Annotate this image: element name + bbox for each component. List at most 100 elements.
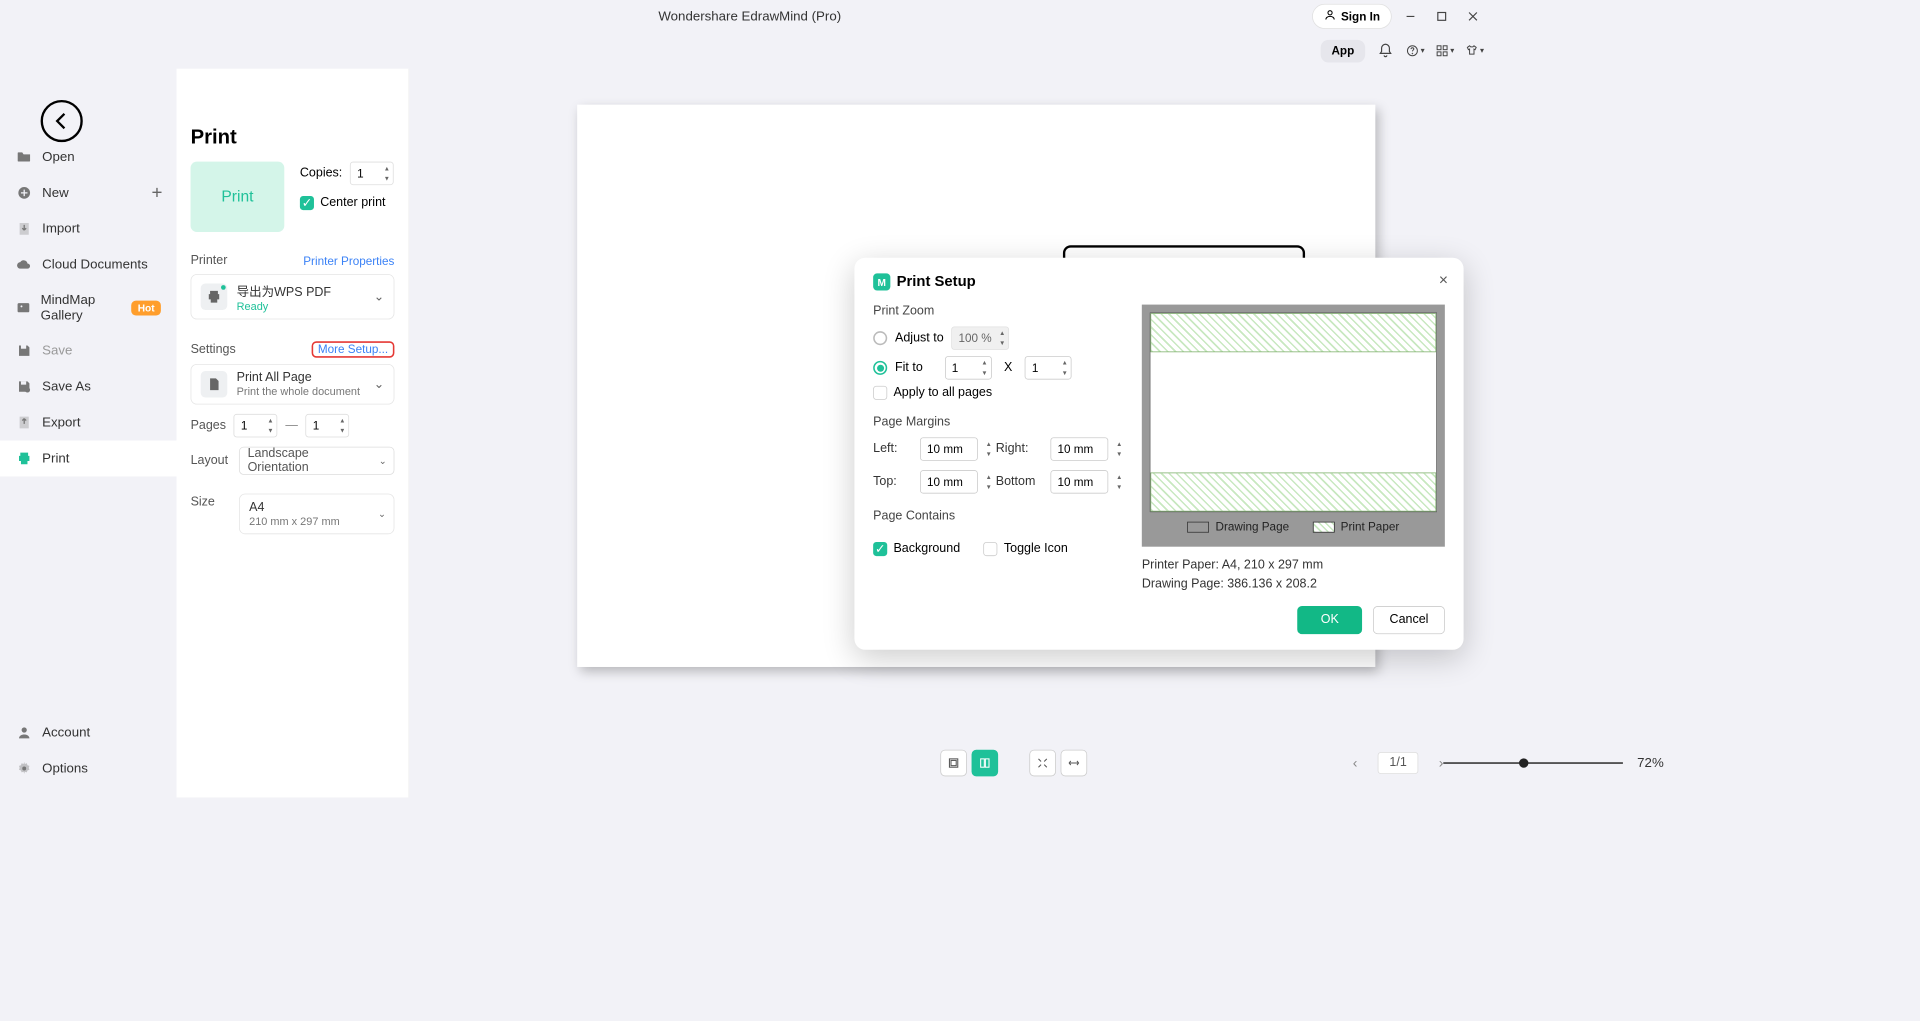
- hot-badge: Hot: [131, 300, 160, 315]
- sidebar-item-save[interactable]: Save: [0, 333, 177, 369]
- chevron-down-icon: ⌄: [374, 376, 384, 392]
- more-setup-link[interactable]: More Setup...: [312, 341, 395, 357]
- zoom-thumb[interactable]: [1519, 758, 1528, 767]
- signin-button[interactable]: Sign In: [1312, 4, 1392, 29]
- margin-bottom-input[interactable]: [1050, 470, 1108, 493]
- grid-icon[interactable]: ▾: [1435, 41, 1454, 60]
- copies-spinner[interactable]: ▲▼: [381, 163, 392, 183]
- mr-spin[interactable]: ▲▼: [1114, 439, 1125, 459]
- top-toolbar: App ▾ ▾ ▾: [0, 33, 1500, 69]
- page-icon: [201, 371, 228, 398]
- preview-inner: [1150, 312, 1437, 512]
- adjust-spinner[interactable]: ▲▼: [997, 328, 1008, 348]
- margin-left-input[interactable]: [920, 437, 978, 460]
- view-toggle-group: [940, 750, 998, 777]
- view-multi-button[interactable]: [972, 750, 999, 777]
- mb-spin[interactable]: ▲▼: [1114, 472, 1125, 492]
- settings-section-label: Settings More Setup...: [191, 341, 395, 357]
- page-to-spinner[interactable]: ▲▼: [337, 415, 348, 435]
- copies-row: Copies: ▲▼: [300, 162, 394, 185]
- copies-input-wrap: ▲▼: [350, 162, 394, 185]
- zoom-slider[interactable]: [1443, 762, 1623, 764]
- apply-all-checkbox[interactable]: [873, 386, 887, 400]
- print-scope-selector[interactable]: Print All Page Print the whole document …: [191, 364, 395, 405]
- cancel-button[interactable]: Cancel: [1373, 606, 1445, 634]
- plus-circle-icon: [16, 184, 33, 201]
- file-sidebar: Open New + Import Cloud Documents MindMa…: [0, 69, 177, 798]
- modal-close-button[interactable]: ×: [1439, 272, 1448, 290]
- sidebar-item-account[interactable]: Account: [0, 715, 177, 751]
- help-icon[interactable]: ▾: [1406, 41, 1425, 60]
- adjust-input-wrap: ▲▼: [951, 326, 1009, 349]
- body: Open New + Import Cloud Documents MindMa…: [0, 69, 1500, 798]
- center-print-checkbox[interactable]: ✓: [300, 196, 314, 210]
- sidebar-item-import[interactable]: Import: [0, 211, 177, 247]
- sidebar-item-cloud[interactable]: Cloud Documents: [0, 247, 177, 283]
- fith-spinner[interactable]: ▲▼: [1059, 358, 1070, 378]
- sidebar-item-saveas[interactable]: Save As: [0, 369, 177, 405]
- fit-page-button[interactable]: [1029, 750, 1056, 777]
- account-icon: [16, 724, 33, 741]
- sidebar-item-open[interactable]: Open: [0, 139, 177, 175]
- printer-icon: [16, 450, 33, 467]
- page-from-wrap: ▲▼: [234, 414, 278, 437]
- app-title: Wondershare EdrawMind (Pro): [658, 9, 841, 25]
- app-logo-icon: M: [873, 273, 890, 290]
- printer-selector[interactable]: 导出为WPS PDF Ready ⌄: [191, 274, 395, 319]
- sidebar-label: New: [42, 185, 69, 201]
- prev-page-button[interactable]: ‹: [1353, 755, 1358, 771]
- printer-properties-link[interactable]: Printer Properties: [303, 254, 394, 267]
- adjust-radio[interactable]: [873, 331, 887, 345]
- hatch-bot: [1150, 473, 1436, 512]
- sidebar-item-gallery[interactable]: MindMap Gallery Hot: [0, 283, 177, 333]
- ok-button[interactable]: OK: [1297, 606, 1362, 634]
- new-add-icon[interactable]: +: [152, 182, 163, 204]
- legend-sw-print: [1313, 521, 1335, 532]
- zoom-value: 72%: [1637, 755, 1664, 771]
- size-selector[interactable]: A4 210 mm x 297 mm ⌄: [239, 494, 394, 535]
- background-checkbox[interactable]: ✓: [873, 542, 887, 556]
- margin-right-wrap: ▲▼: [1050, 437, 1126, 460]
- sidebar-item-print[interactable]: Print: [0, 440, 177, 476]
- printer-label: Printer: [191, 254, 228, 268]
- print-row: Print Copies: ▲▼ ✓ Center print: [191, 162, 395, 232]
- margin-bottom-wrap: ▲▼: [1050, 470, 1126, 493]
- maximize-button[interactable]: [1429, 4, 1454, 29]
- fitw-spinner[interactable]: ▲▼: [979, 358, 990, 378]
- close-button[interactable]: [1460, 4, 1485, 29]
- sidebar-item-options[interactable]: Options: [0, 751, 177, 787]
- minimize-button[interactable]: [1398, 4, 1423, 29]
- mt-spin[interactable]: ▲▼: [983, 472, 994, 492]
- page-indicator: 1/1: [1378, 752, 1419, 774]
- sidebar-item-export[interactable]: Export: [0, 405, 177, 441]
- sidebar-item-new[interactable]: New +: [0, 175, 177, 211]
- hatch-top: [1150, 313, 1436, 352]
- ml-spin[interactable]: ▲▼: [983, 439, 994, 459]
- layout-value: Landscape Orientation: [248, 447, 372, 475]
- dash: —: [285, 419, 297, 433]
- preview-legend: Drawing Page Print Paper: [1150, 520, 1437, 533]
- paper-info: Printer Paper: A4, 210 x 297 mm Drawing …: [1142, 556, 1445, 593]
- bell-icon[interactable]: [1376, 41, 1395, 60]
- print-scope-title: Print All Page: [237, 371, 360, 385]
- back-button[interactable]: [41, 100, 83, 142]
- margin-top-input[interactable]: [920, 470, 978, 493]
- import-icon: [16, 220, 33, 237]
- page-from-spinner[interactable]: ▲▼: [265, 415, 276, 435]
- print-options: Copies: ▲▼ ✓ Center print: [300, 162, 394, 210]
- fit-h-wrap: ▲▼: [1025, 356, 1072, 379]
- toggleicon-checkbox[interactable]: [984, 542, 998, 556]
- app-pill-button[interactable]: App: [1321, 39, 1366, 62]
- fit-radio[interactable]: [873, 361, 887, 375]
- margin-right-input[interactable]: [1050, 437, 1108, 460]
- shirt-icon[interactable]: ▾: [1465, 41, 1484, 60]
- center-print-label: Center print: [320, 196, 385, 210]
- page-nav: ‹ 1/1 ›: [1353, 752, 1444, 774]
- fit-width-button[interactable]: [1061, 750, 1088, 777]
- layout-select[interactable]: Landscape Orientation: [239, 447, 394, 475]
- chevron-down-icon: ⌄: [374, 289, 384, 305]
- print-button[interactable]: Print: [191, 162, 285, 232]
- view-single-button[interactable]: [940, 750, 967, 777]
- layout-row: Layout Landscape Orientation ⌄: [191, 447, 395, 475]
- fit-row: Fit to ▲▼ X ▲▼: [873, 356, 1126, 379]
